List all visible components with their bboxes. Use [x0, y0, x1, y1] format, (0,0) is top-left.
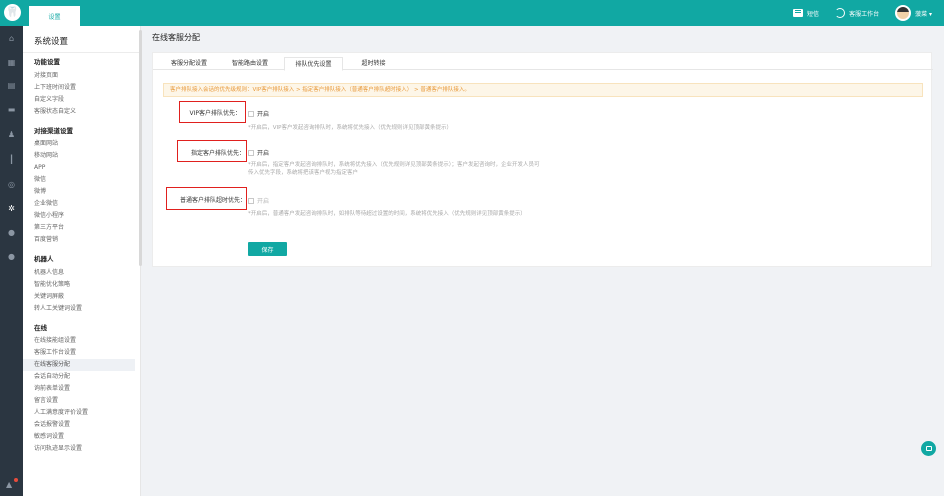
tab-smart-routing[interactable]: 智能路由设置	[224, 58, 276, 70]
sidebar-item[interactable]: APP	[23, 162, 135, 174]
sidebar-item[interactable]: 企业微信	[23, 198, 135, 210]
app-logo-icon[interactable]: 🦷	[4, 4, 21, 21]
sidebar-item[interactable]: 对接页面	[23, 70, 135, 82]
message-icon	[793, 9, 804, 17]
checkbox[interactable]	[248, 197, 254, 204]
sidebar-item-active[interactable]: 在线客服分配	[23, 359, 135, 371]
highlight-box	[179, 101, 246, 123]
gear-icon[interactable]: ✲	[7, 204, 16, 213]
info-icon[interactable]: ●	[7, 252, 16, 261]
sidebar-item[interactable]: 人工满意度评价设置	[23, 407, 135, 419]
normal-timeout-priority-checkbox[interactable]: 开启	[248, 196, 269, 205]
sidebar-scrollbar[interactable]	[139, 30, 142, 266]
tab-bar: 客服分配设置 智能路由设置 排队优先设置 超时转接	[153, 53, 933, 71]
sidebar: 系统设置 功能设置 对接页面 上下班时间设置 自定义字段 客服状态自定义 对接渠…	[23, 26, 141, 496]
tab-agent-assignment[interactable]: 客服分配设置	[163, 58, 215, 70]
priority-notice: 客户排队接入会话的优先级规则：VIP客户排队接入 > 指定客户排队接入（普通客户…	[163, 83, 923, 97]
sms-button[interactable]: 短信	[793, 9, 819, 18]
highlight-box	[166, 187, 247, 210]
headset-icon	[835, 8, 846, 18]
sidebar-item[interactable]: 上下班时间设置	[23, 82, 135, 94]
tab-timeout-transfer[interactable]: 超时转接	[350, 58, 397, 70]
grid-icon[interactable]: ▦	[7, 58, 16, 67]
sidebar-group-label: 在线	[34, 323, 47, 332]
user-name: 菠菜 ▾	[915, 10, 932, 18]
tab-queue-priority[interactable]: 排队优先设置	[284, 57, 343, 71]
sidebar-item[interactable]: 机器人信息	[23, 267, 135, 279]
workbench-button[interactable]: 客服工作台	[835, 8, 879, 18]
vip-priority-hint: *开启后，VIP客户发起咨询排队时，系统将优先接入（优先规则详见顶部黄条提示）	[248, 125, 452, 131]
sidebar-item[interactable]: 智能优化策略	[23, 279, 135, 291]
avatar	[895, 5, 912, 21]
sidebar-title: 系统设置	[34, 37, 69, 47]
checkbox[interactable]	[248, 149, 254, 156]
vip-priority-checkbox[interactable]: 开启	[248, 109, 269, 118]
document-icon[interactable]: ▤	[7, 81, 16, 90]
chat-float-button[interactable]	[921, 441, 936, 456]
checkbox-label: 开启	[257, 150, 270, 157]
highlight-box	[177, 140, 247, 162]
chat-icon	[925, 446, 932, 451]
sidebar-item[interactable]: 在线接能组设置	[23, 335, 135, 347]
sidebar-item[interactable]: 桌面网站	[23, 138, 135, 150]
sidebar-item[interactable]: 关键词屏蔽	[23, 291, 135, 303]
top-actions: 短信 客服工作台 菠菜 ▾	[793, 0, 932, 26]
sidebar-item[interactable]: 留言设置	[23, 395, 135, 407]
normal-timeout-priority-hint: *开启后，普通客户发起咨询排队时，如排队等待超过设置的时间，系统将优先接入（优先…	[248, 211, 526, 217]
settings-card: 客服分配设置 智能路由设置 排队优先设置 超时转接 客户排队接入会话的优先级规则…	[152, 52, 933, 267]
user-menu[interactable]: 菠菜 ▾	[895, 5, 932, 21]
sidebar-group-label: 机器人	[34, 255, 54, 263]
sidebar-item[interactable]: 客服状态自定义	[23, 106, 135, 118]
sidebar-item[interactable]: 百度营销	[23, 234, 135, 246]
users-icon[interactable]: ♟	[7, 130, 16, 139]
sidebar-item[interactable]: 敏感词设置	[23, 431, 135, 443]
checkbox[interactable]	[248, 110, 254, 117]
globe-icon[interactable]: ●	[7, 228, 16, 237]
sidebar-item[interactable]: 访问轨迹显示设置	[23, 443, 135, 455]
notification-dot	[14, 478, 18, 482]
sidebar-item[interactable]: 微信	[23, 174, 135, 186]
checkbox-label: 开启	[257, 198, 270, 205]
workbench-label: 客服工作台	[849, 10, 880, 18]
sidebar-item[interactable]: 询前表单设置	[23, 383, 135, 395]
tab-settings[interactable]: 设置	[29, 6, 80, 26]
sidebar-item[interactable]: 移动网站	[23, 150, 135, 162]
save-button[interactable]: 保存	[248, 242, 287, 256]
sidebar-item[interactable]: 微博	[23, 186, 135, 198]
sidebar-item[interactable]: 微信小程序	[23, 210, 135, 222]
home-icon[interactable]: ⌂	[7, 34, 16, 43]
icon-rail: ⌂ ▦ ▤ ▬ ♟ ┃ ◎ ✲ ● ●	[0, 26, 23, 496]
designated-priority-checkbox[interactable]: 开启	[248, 148, 269, 157]
sms-label: 短信	[807, 10, 820, 18]
chat-icon[interactable]: ▬	[7, 105, 16, 114]
chart-icon[interactable]: ┃	[7, 155, 16, 164]
sidebar-item[interactable]: 会话报警设置	[23, 419, 135, 431]
sidebar-menu: 功能设置 对接页面 上下班时间设置 自定义字段 客服状态自定义 对接渠道设置 桌…	[23, 56, 135, 455]
sidebar-item[interactable]: 会话自动分配	[23, 371, 135, 383]
top-bar: 🦷 设置 短信 客服工作台 菠菜 ▾	[0, 0, 944, 26]
checkbox-label: 开启	[257, 111, 270, 118]
sidebar-item[interactable]: 自定义字段	[23, 94, 135, 106]
sidebar-item[interactable]: 客服工作台设置	[23, 347, 135, 359]
sidebar-group-label: 对接渠道设置	[34, 126, 73, 135]
sidebar-item[interactable]: 第三方平台	[23, 222, 135, 234]
sidebar-group-label: 功能设置	[34, 58, 60, 66]
sidebar-item[interactable]: 转人工关键词设置	[23, 303, 135, 315]
divider	[23, 52, 141, 53]
search-icon[interactable]: ◎	[7, 180, 16, 189]
designated-priority-hint: *开启后，指定客户发起咨询排队时，系统将优先接入（优先规则详见顶部黄条提示）；客…	[248, 162, 540, 176]
page-title: 在线客服分配	[152, 33, 200, 42]
